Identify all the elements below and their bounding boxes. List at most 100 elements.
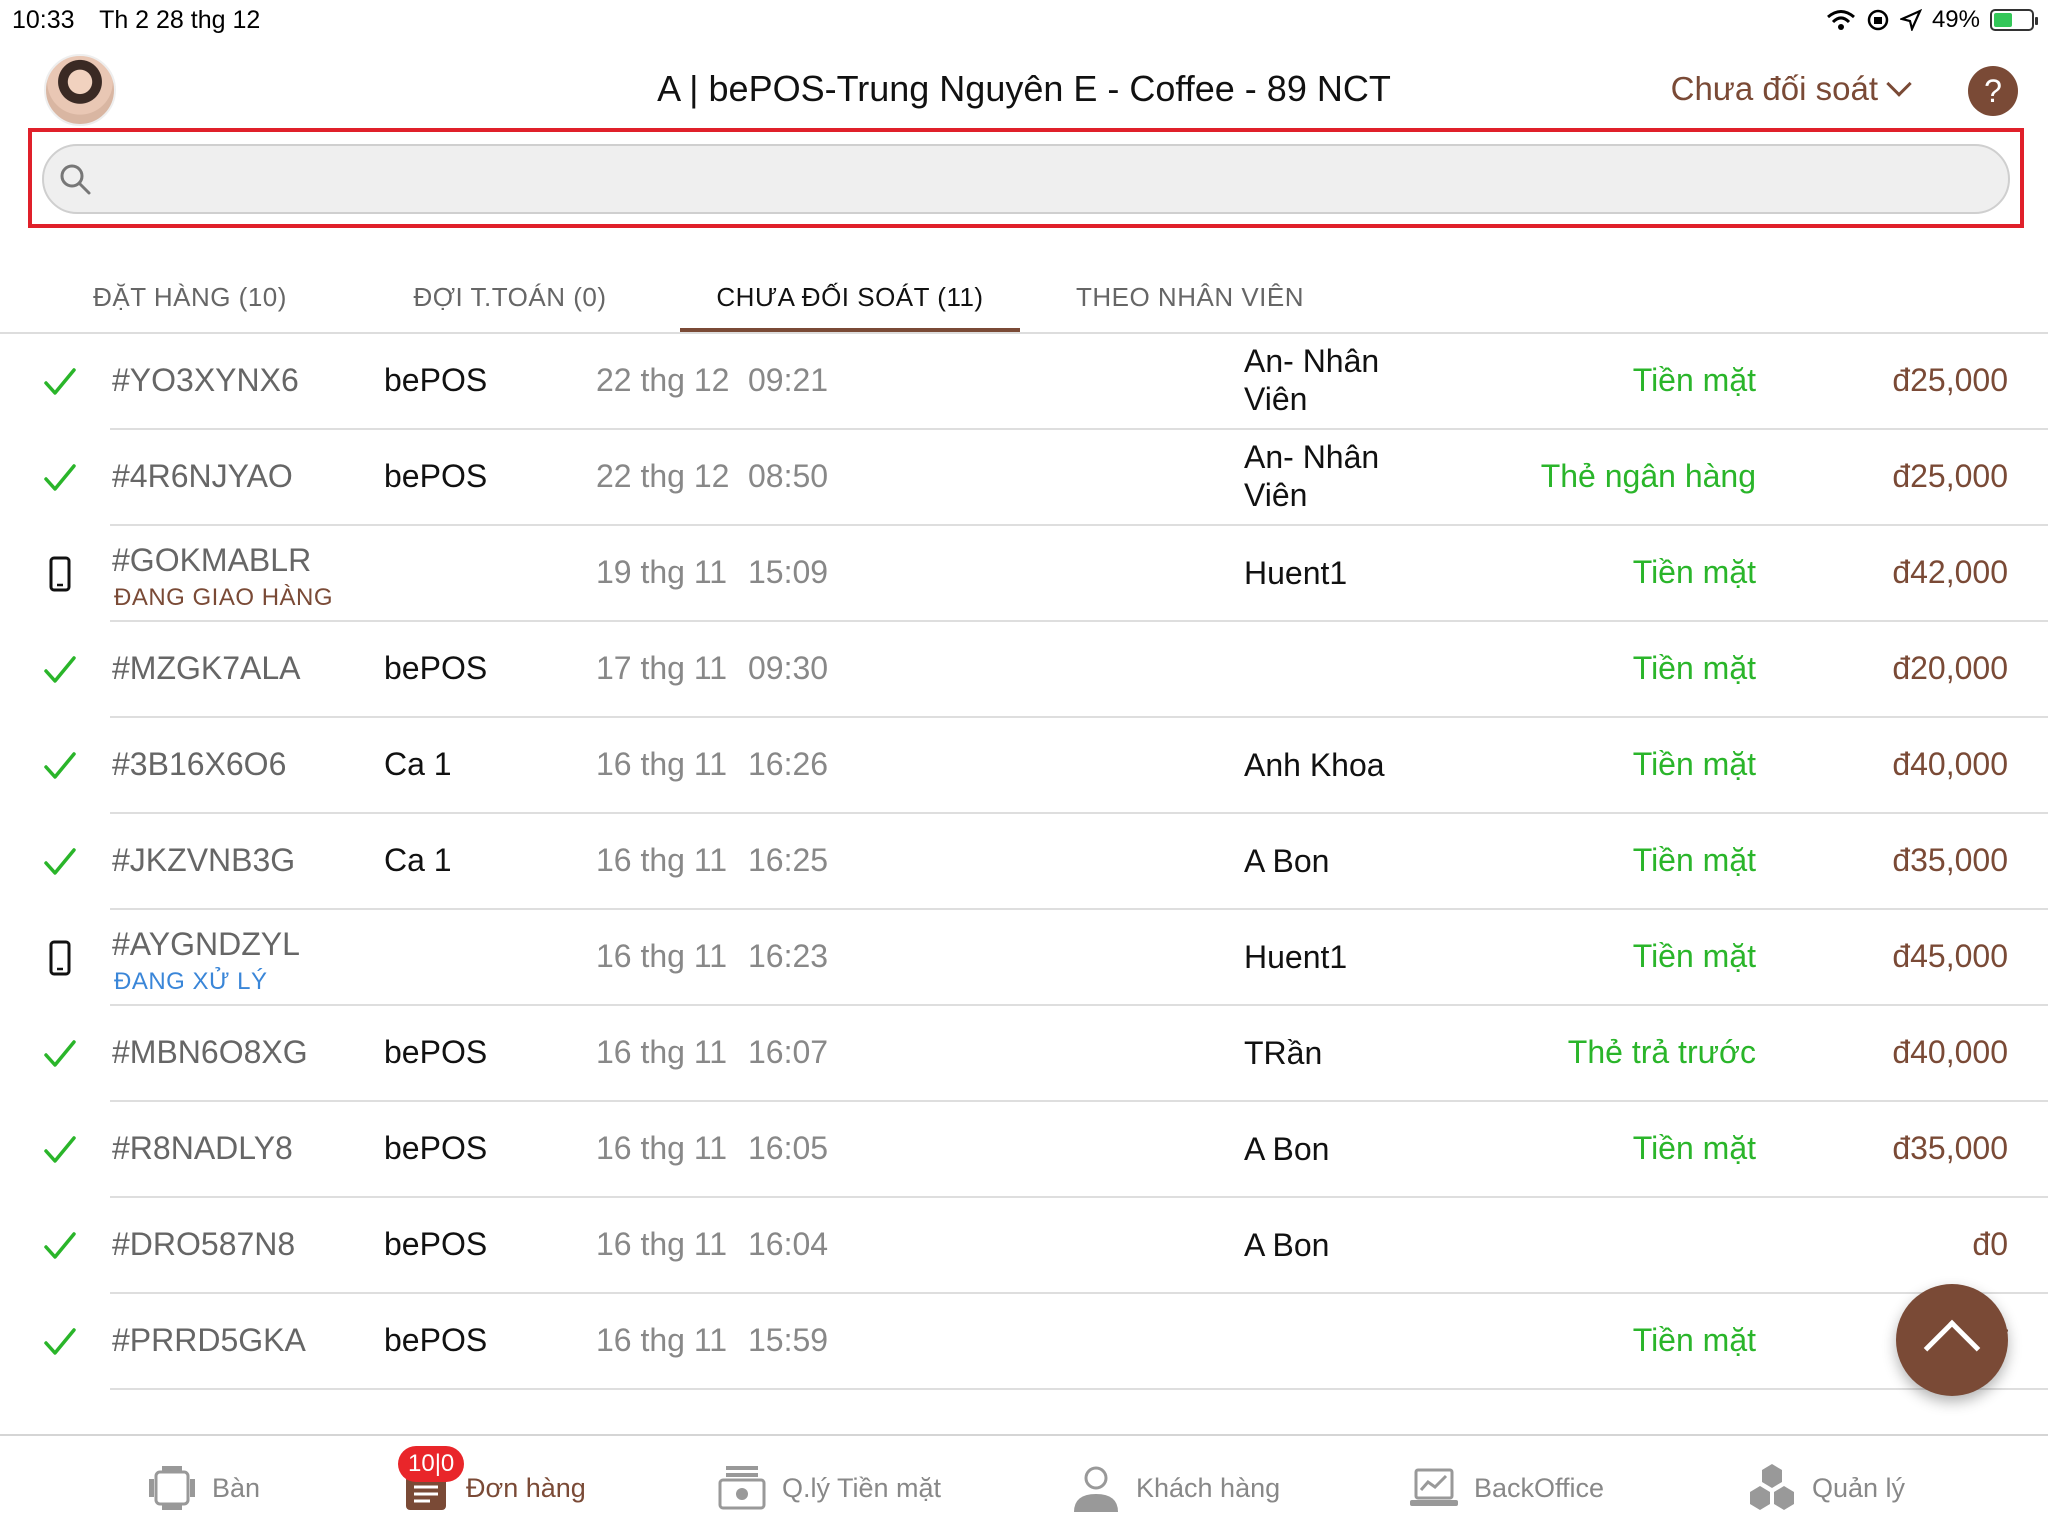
tab-bar: ĐẶT HÀNG (10) ĐỢI T.TOÁN (0) CHƯA ĐỐI SO… — [0, 262, 2048, 334]
order-date: 19 thg 11 — [596, 554, 728, 590]
order-code: #3B16X6O6 — [112, 746, 287, 782]
order-code: #DRO587N8 — [112, 1226, 296, 1262]
order-row[interactable]: #PRRD5GKA bePOS 16 thg 11 15:59 Tiền mặt… — [0, 1294, 2048, 1390]
order-row[interactable]: #R8NADLY8 bePOS 16 thg 11 16:05 A Bon Ti… — [0, 1102, 2048, 1198]
order-amount: đ25,000 — [1892, 362, 2008, 398]
order-staff: An- Nhân Viên — [1244, 343, 1380, 417]
tab-by-staff[interactable]: THEO NHÂN VIÊN — [1040, 282, 1340, 332]
order-source: bePOS — [384, 1130, 488, 1166]
status-bar: 10:33 Th 2 28 thg 12 49% — [0, 0, 2048, 40]
battery-percent: 49% — [1931, 6, 1980, 33]
nav-item-customers[interactable]: Khách hàng — [1070, 1458, 1280, 1518]
nav-label-management: Quản lý — [1812, 1472, 1906, 1503]
order-amount: đ45,000 — [1892, 938, 2008, 974]
order-row[interactable]: #GOKMABLR ĐANG GIAO HÀNG 19 thg 11 15:09… — [0, 526, 2048, 622]
search-input[interactable] — [108, 156, 1988, 204]
order-payment-method: Tiền mặt — [1632, 1130, 1756, 1166]
order-payment-method: Tiền mặt — [1632, 362, 1756, 398]
check-icon — [42, 364, 78, 400]
order-payment-method: Thẻ ngân hàng — [1540, 458, 1756, 494]
reconcile-filter-dropdown[interactable]: Chưa đối soát — [1671, 70, 1912, 108]
order-payment-method: Tiền mặt — [1632, 650, 1756, 686]
order-source: bePOS — [384, 458, 488, 494]
order-payment-method: Tiền mặt — [1632, 938, 1756, 974]
order-row[interactable]: #DRO587N8 bePOS 16 thg 11 16:04 A Bon đ0 — [0, 1198, 2048, 1294]
order-status: ĐANG XỬ LÝ — [114, 968, 268, 995]
nav-item-tables[interactable]: Bàn — [146, 1458, 260, 1518]
order-source: Ca 1 — [384, 842, 452, 878]
search-highlight-frame — [28, 128, 2024, 228]
help-button[interactable]: ? — [1968, 66, 2018, 116]
check-icon — [42, 748, 78, 784]
search-bar[interactable] — [42, 144, 2010, 214]
order-code: #R8NADLY8 — [112, 1130, 293, 1166]
nav-item-cash-management[interactable]: Q.lý Tiền mặt — [716, 1458, 941, 1518]
battery-icon — [1990, 9, 2038, 31]
order-time: 16:23 — [748, 938, 829, 974]
order-amount: đ40,000 — [1892, 1034, 2008, 1070]
order-code: #PRRD5GKA — [112, 1322, 306, 1358]
order-row[interactable]: #MZGK7ALA bePOS 17 thg 11 09:30 Tiền mặt… — [0, 622, 2048, 718]
order-staff: A Bon — [1244, 843, 1330, 879]
nav-label-customers: Khách hàng — [1136, 1472, 1281, 1503]
order-time: 15:09 — [748, 554, 829, 590]
nav-label-backoffice: BackOffice — [1474, 1472, 1605, 1503]
order-date: 22 thg 12 — [596, 458, 730, 494]
order-staff: Huent1 — [1244, 939, 1348, 975]
order-time: 08:50 — [748, 458, 829, 494]
order-staff: Anh Khoa — [1244, 747, 1385, 783]
order-date: 16 thg 11 — [596, 1034, 728, 1070]
order-source: bePOS — [384, 362, 488, 398]
tab-unreconciled[interactable]: CHƯA ĐỐI SOÁT (11) — [680, 282, 1020, 332]
order-amount: đ42,000 — [1892, 554, 2008, 590]
order-staff: A Bon — [1244, 1227, 1330, 1263]
order-code: #YO3XYNX6 — [112, 362, 299, 398]
order-date: 16 thg 11 — [596, 1130, 728, 1166]
order-amount: đ25,000 — [1892, 458, 2008, 494]
orders-badge: 10|0 — [398, 1446, 465, 1482]
phone-icon — [42, 556, 78, 592]
order-amount: đ0 — [1972, 1226, 2008, 1262]
nav-item-backoffice[interactable]: BackOffice — [1408, 1458, 1604, 1518]
scroll-to-top-button[interactable] — [1896, 1284, 2008, 1396]
wifi-icon — [1826, 10, 1855, 30]
check-icon — [42, 652, 78, 688]
order-staff: Huent1 — [1244, 555, 1348, 591]
order-date: 16 thg 11 — [596, 1226, 728, 1262]
order-code: #JKZVNB3G — [112, 842, 296, 878]
chevron-up-icon — [1923, 1319, 1981, 1377]
order-staff: A Bon — [1244, 1131, 1330, 1167]
check-icon — [42, 1228, 78, 1264]
order-row[interactable]: #JKZVNB3G Ca 1 16 thg 11 16:25 A Bon Tiề… — [0, 814, 2048, 910]
tab-orders[interactable]: ĐẶT HÀNG (10) — [40, 282, 340, 332]
order-row[interactable]: #AYGNDZYL ĐANG XỬ LÝ 16 thg 11 16:23 Hue… — [0, 910, 2048, 1006]
order-code: #MZGK7ALA — [112, 650, 301, 686]
order-date: 16 thg 11 — [596, 842, 728, 878]
tab-awaiting-payment[interactable]: ĐỢI T.TOÁN (0) — [360, 282, 660, 332]
nav-item-management[interactable]: Quản lý — [1746, 1458, 1905, 1518]
status-time: 10:33 — [12, 6, 75, 34]
order-row[interactable]: #MBN6O8XG bePOS 16 thg 11 16:07 TRần Thẻ… — [0, 1006, 2048, 1102]
order-staff: TRần — [1244, 1035, 1323, 1071]
search-icon — [60, 164, 91, 195]
nav-label-tables: Bàn — [212, 1472, 261, 1503]
order-row[interactable]: #4R6NJYAO bePOS 22 thg 12 08:50 An- Nhân… — [0, 430, 2048, 526]
cash-register-icon — [718, 1466, 766, 1510]
phone-icon — [42, 940, 78, 976]
order-payment-method: Tiền mặt — [1632, 1322, 1756, 1358]
check-icon — [42, 1132, 78, 1168]
order-date: 22 thg 12 — [596, 362, 730, 398]
order-row[interactable]: #YO3XYNX6 bePOS 22 thg 12 09:21 An- Nhân… — [0, 334, 2048, 430]
order-list[interactable]: #YO3XYNX6 bePOS 22 thg 12 09:21 An- Nhân… — [0, 334, 2048, 1390]
bottom-navigation: Bàn Đơn hàng 10|0 Q.lý Tiền mặt Khách hà… — [0, 1434, 2048, 1536]
order-time: 15:59 — [748, 1322, 829, 1358]
order-time: 16:25 — [748, 842, 829, 878]
order-row[interactable]: #3B16X6O6 Ca 1 16 thg 11 16:26 Anh Khoa … — [0, 718, 2048, 814]
status-date: Th 2 28 thg 12 — [99, 6, 261, 34]
row-divider — [110, 1388, 2048, 1390]
order-date: 17 thg 11 — [596, 650, 728, 686]
user-icon — [1074, 1466, 1118, 1512]
order-payment-method: Thẻ trả trước — [1567, 1034, 1756, 1070]
nav-label-cash-management: Q.lý Tiền mặt — [782, 1472, 942, 1503]
order-payment-method: Tiền mặt — [1632, 842, 1756, 878]
